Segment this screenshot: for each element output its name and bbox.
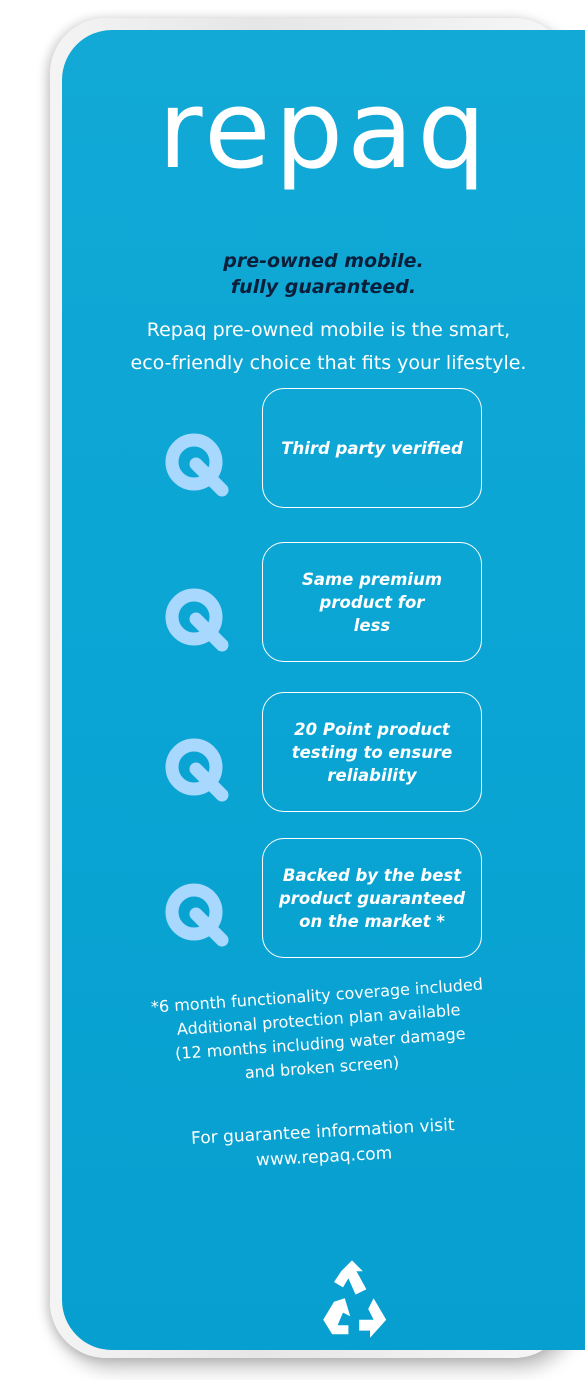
feature-text-3: 20 Point product testing to ensure relia… bbox=[291, 719, 453, 785]
repaq-q-icon bbox=[165, 433, 229, 497]
intro-line-2: eco-friendly choice that fits your lifes… bbox=[130, 352, 527, 374]
feature-text-2: Same premium product for less bbox=[301, 569, 443, 635]
feature-box-3: 20 Point product testing to ensure relia… bbox=[262, 692, 482, 812]
packaging-box: repaq pre-owned mobile. fully guaranteed… bbox=[0, 0, 585, 1380]
feature-box-4: Backed by the best product guaranteed on… bbox=[262, 838, 482, 958]
intro-line-1: Repaq pre-owned mobile is the smart, bbox=[146, 319, 511, 341]
logo-wordmark: repaq bbox=[158, 72, 490, 192]
intro-text: Repaq pre-owned mobile is the smart, eco… bbox=[72, 314, 585, 380]
footnote: *6 month functionality coverage included… bbox=[150, 974, 484, 1083]
tagline: pre-owned mobile. fully guaranteed. bbox=[62, 248, 585, 300]
front-panel: repaq pre-owned mobile. fully guaranteed… bbox=[62, 30, 585, 1350]
repaq-q-icon bbox=[165, 588, 229, 652]
feature-box-1: Third party verified bbox=[262, 388, 482, 508]
tagline-line-1: pre-owned mobile. bbox=[223, 250, 424, 272]
tagline-line-2: fully guaranteed. bbox=[230, 276, 417, 298]
feature-box-2: Same premium product for less bbox=[262, 542, 482, 662]
logo-text: repaq bbox=[158, 72, 490, 192]
repaq-q-icon bbox=[165, 738, 229, 802]
repaq-logo: repaq bbox=[62, 72, 585, 196]
guarantee-visit-text: For guarantee information visit www.repa… bbox=[190, 1115, 455, 1171]
feature-text-4: Backed by the best product guaranteed on… bbox=[278, 865, 466, 931]
feature-text-1: Third party verified bbox=[281, 438, 463, 458]
recycle-icon bbox=[323, 1260, 387, 1338]
repaq-q-icon bbox=[165, 883, 229, 947]
